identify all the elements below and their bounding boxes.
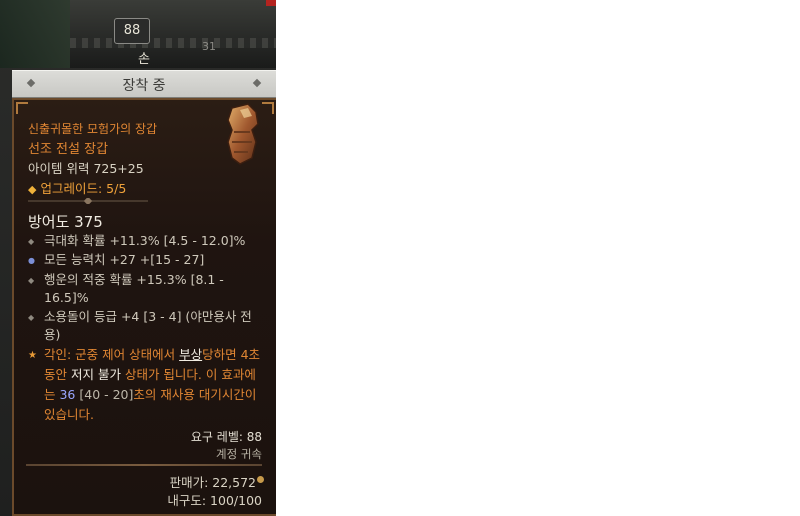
item-name: 선조 전설 장갑 [28, 142, 109, 157]
aspect-keyword-unstoppable: 저지 불가 [70, 367, 121, 382]
level-badge: 88 [114, 18, 150, 44]
diamond-bullet-icon: ◆ [28, 313, 35, 322]
affix-line: ◆ 소용돌이 등급 +4 [3 - 4] (야만용사 전용) [28, 308, 264, 344]
item-compare-panel: 88 31 손 장착 중 신출귀몰한 모험가의 장갑 선조 전설 장갑 아이템 … [0, 0, 276, 516]
affix-line: ◆ 행운의 적중 확률 +15.3% [8.1 - 16.5]% [28, 271, 264, 307]
gold-coin-icon [257, 476, 264, 483]
diamond-bullet-icon: ◆ [28, 276, 35, 285]
equipped-banner: 장착 중 [12, 70, 276, 98]
level-requirement: 요구 레벨: 88 [190, 430, 262, 444]
aspect-keyword-injured: 부상 [179, 347, 203, 362]
header-ornament [70, 38, 276, 48]
affix-line: ● 모든 능력치 +27 +[15 - 27] [28, 251, 264, 269]
affix-text: 행운의 적중 확률 +15.3% [8.1 - 16.5]% [44, 272, 224, 305]
affix-line: ◆ 극대화 확률 +11.3% [4.5 - 12.0]% [28, 232, 264, 250]
upgrade-text: 업그레이드: 5/5 [40, 181, 127, 196]
sell-price: 판매가: 22,572 [169, 475, 256, 490]
footer-divider [26, 464, 262, 466]
header-red-marker [266, 0, 276, 6]
item-name-prefix: 신출귀몰한 모험가의 장갑 [28, 122, 158, 136]
header-background [0, 0, 70, 68]
slot-label: 손 [138, 52, 150, 67]
legendary-aspect: ★ 각인: 군중 제어 상태에서 부상당하면 4초 동안 저지 불가 상태가 됩… [28, 345, 264, 425]
affix-text: 소용돌이 등급 +4 [3 - 4] (야만용사 전용) [44, 309, 252, 342]
durability: 내구도: 100/100 [167, 493, 262, 508]
aspect-value: 36 [59, 387, 76, 402]
gauntlet-icon [227, 103, 259, 165]
affix-text: 모든 능력치 +27 +[15 - 27] [44, 252, 205, 267]
character-header: 88 31 손 [0, 0, 276, 68]
upgrade-line: ◆ 업그레이드: 5/5 [28, 178, 126, 197]
aspect-range: [40 - 20] [75, 387, 134, 402]
circle-bullet-icon: ● [28, 256, 35, 265]
faded-number: 31 [202, 40, 216, 53]
frame-corner [16, 102, 28, 114]
section-divider [28, 198, 148, 204]
equipped-label: 장착 중 [122, 78, 166, 94]
diamond-bullet-icon: ◆ [28, 237, 35, 246]
armor-value: 방어도 375 [28, 213, 103, 231]
upgrade-gem-icon: ◆ [28, 183, 37, 196]
star-icon: ★ [28, 350, 37, 361]
account-bound: 계정 귀속 [216, 447, 262, 461]
item-power: 아이템 위력 725+25 [28, 161, 144, 176]
aspect-text: 각인: 군중 제어 상태에서 [44, 347, 180, 362]
affix-text: 극대화 확률 +11.3% [4.5 - 12.0]% [44, 233, 246, 248]
